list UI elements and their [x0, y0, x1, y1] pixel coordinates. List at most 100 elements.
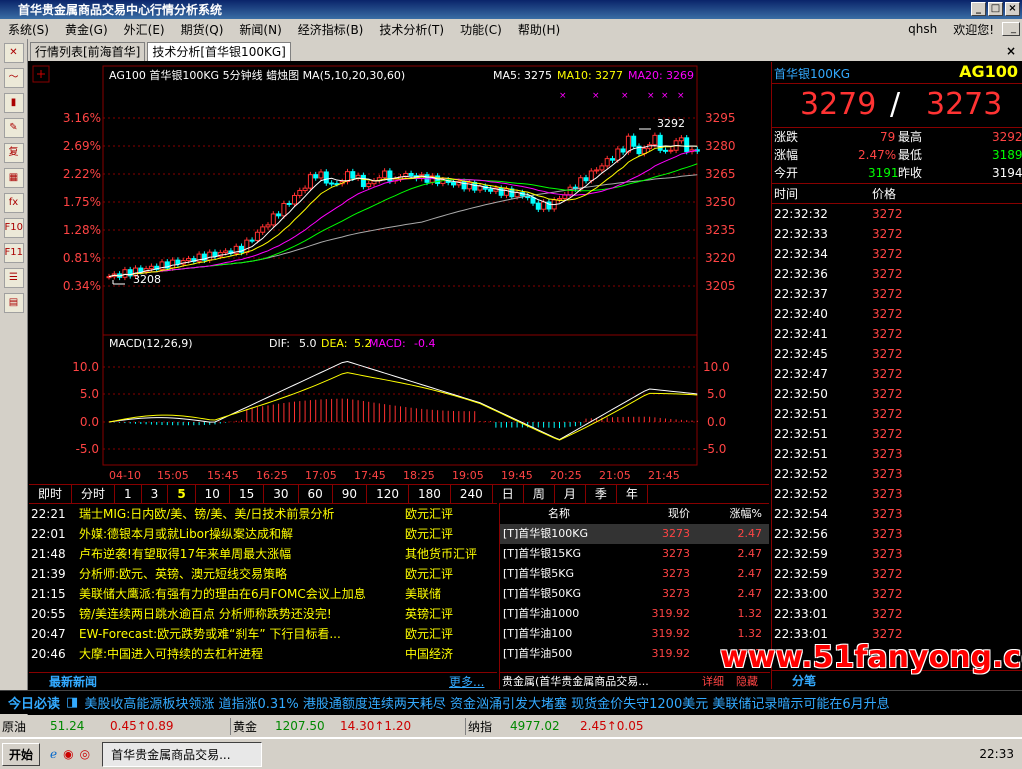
quote-hide-link[interactable]: 隐藏: [736, 673, 758, 690]
maximize-button[interactable]: □: [988, 2, 1003, 16]
menu-news[interactable]: 新闻(N): [231, 21, 289, 38]
period-90[interactable]: 90: [333, 485, 368, 503]
grid-icon[interactable]: ▦: [3, 168, 24, 188]
candle: [567, 186, 573, 196]
app2-icon[interactable]: ◎: [80, 747, 90, 761]
menu-gold[interactable]: 黄金(G): [57, 21, 116, 38]
price-tick: 3250: [705, 195, 736, 209]
quote-category[interactable]: 贵金属(首华贵金属商品交易...: [500, 675, 649, 688]
candle: [435, 175, 441, 184]
news-row[interactable]: 20:46 大摩:中国进入可持续的去杠杆进程 中国经济: [29, 644, 497, 664]
svg-text:20:25: 20:25: [550, 469, 582, 482]
start-button[interactable]: 开始: [2, 742, 41, 766]
scroll-text[interactable]: 美股收高能源板块领涨 道指涨0.31% 港股通额度连续两天耗尽 资金汹涌引发大堵…: [84, 693, 889, 712]
news-row[interactable]: 21:15 美联储大鹰派:有强有力的理由在6月FOMC会议上加息 美联储: [29, 584, 497, 604]
svg-text:17:45: 17:45: [354, 469, 386, 482]
report-icon[interactable]: ▤: [3, 293, 24, 313]
ie-icon[interactable]: ℯ: [50, 747, 57, 761]
user-name: qhsh: [908, 22, 938, 36]
news-row[interactable]: 21:39 分析师:欧元、英镑、澳元短线交易策略 欧元汇评: [29, 564, 497, 584]
quote-row[interactable]: [T]首华银50KG 3273 2.47: [500, 584, 769, 604]
period-month[interactable]: 月: [555, 485, 586, 503]
f10-icon[interactable]: F10: [3, 218, 24, 238]
menu-economic[interactable]: 经济指标(B): [290, 21, 372, 38]
candle-icon[interactable]: ▮: [3, 93, 24, 113]
period-60[interactable]: 60: [299, 485, 333, 503]
close-button[interactable]: ×: [1005, 2, 1020, 16]
menu-functions[interactable]: 功能(C): [452, 21, 510, 38]
tick-row: 22:32:56 3273: [774, 527, 903, 541]
svg-text:×: ×: [592, 91, 600, 101]
menu-forex[interactable]: 外汇(E): [116, 21, 173, 38]
formula-icon[interactable]: fx: [3, 193, 24, 213]
quote-row[interactable]: [T]首华银15KG 3273 2.47: [500, 544, 769, 564]
period-week[interactable]: 周: [524, 485, 555, 503]
menu-technical[interactable]: 技术分析(T): [371, 21, 452, 38]
candle: [599, 165, 605, 171]
period-timeshare[interactable]: 分时: [72, 485, 116, 503]
restore-icon[interactable]: 复: [3, 143, 24, 163]
tab-quote-list[interactable]: 行情列表[前海首华]: [30, 42, 146, 61]
candle: [366, 183, 372, 188]
pen-icon[interactable]: ✎: [3, 118, 24, 138]
period-240[interactable]: 240: [451, 485, 493, 503]
svg-text:5.0: 5.0: [707, 387, 726, 401]
period-180[interactable]: 180: [409, 485, 451, 503]
taskbar-app-button[interactable]: 首华贵金属商品交易...: [102, 741, 263, 767]
svg-text:19:05: 19:05: [452, 469, 484, 482]
taskbar: 开始 ℯ ◉ ◎ 首华贵金属商品交易... 22:33: [0, 737, 1022, 769]
news-row[interactable]: 22:01 外媒:德银本月或就Libor操纵案达成和解 欧元汇评: [29, 524, 497, 544]
period-realtime[interactable]: 即时: [29, 485, 73, 503]
candle: [313, 174, 319, 179]
minimize-button[interactable]: _: [971, 2, 986, 16]
candle: [249, 239, 255, 242]
app-icon[interactable]: ◉: [63, 747, 73, 761]
period-15[interactable]: 15: [230, 485, 265, 503]
tab-close-icon[interactable]: ×: [1006, 44, 1016, 58]
tick-row: 22:32:51 3272: [774, 407, 903, 421]
svg-text:10.0: 10.0: [703, 360, 730, 374]
news-tab[interactable]: 最新新闻: [49, 673, 97, 690]
period-year[interactable]: 年: [617, 485, 648, 503]
period-day[interactable]: 日: [493, 485, 524, 503]
list-icon[interactable]: ☰: [3, 268, 24, 288]
f11-icon[interactable]: F11: [3, 243, 24, 263]
quote-row[interactable]: [T]首华银100KG 3273 2.47: [500, 524, 769, 544]
menu-futures[interactable]: 期货(Q): [173, 21, 232, 38]
candle: [488, 188, 494, 192]
news-footer: 最新新闻 更多...: [29, 672, 497, 689]
period-120[interactable]: 120: [367, 485, 409, 503]
period-5[interactable]: 5: [168, 485, 196, 503]
period-30[interactable]: 30: [264, 485, 299, 503]
candle: [530, 197, 536, 204]
ma10-label: MA10:: [557, 69, 592, 82]
svg-text:×: ×: [677, 91, 685, 101]
quote-detail-link[interactable]: 详细: [702, 673, 724, 690]
news-row[interactable]: 21:48 卢布逆袭!有望取得17年来单周最大涨幅 其他货币汇评: [29, 544, 497, 564]
period-3[interactable]: 3: [142, 485, 169, 503]
candle: [292, 194, 297, 205]
menu-help[interactable]: 帮助(H): [510, 21, 568, 38]
doc-minimize-button[interactable]: _: [1002, 22, 1020, 36]
close-window-icon[interactable]: ✕: [3, 43, 24, 63]
ma5-value: 3275: [524, 69, 552, 82]
kline-chart[interactable]: AG100 首华银100KG 5分钟线 蜡烛图 MA(5,10,20,30,60…: [29, 62, 769, 484]
tick-row: 22:32:50 3272: [774, 387, 903, 401]
period-1[interactable]: 1: [115, 485, 142, 503]
candle: [498, 187, 504, 196]
quote-row[interactable]: [T]首华油1000 319.92 1.32: [500, 604, 769, 624]
period-quarter[interactable]: 季: [586, 485, 617, 503]
tab-technical[interactable]: 技术分析[首华银100KG]: [147, 42, 291, 61]
line-chart-icon[interactable]: 〜: [3, 68, 24, 88]
pct-tick: 2.69%: [63, 139, 101, 153]
menu-system[interactable]: 系统(S): [0, 21, 57, 38]
period-10[interactable]: 10: [196, 485, 230, 503]
news-more-link[interactable]: 更多...: [449, 673, 484, 690]
news-row[interactable]: 22:21 瑞士MIG:日内欧/美、镑/美、美/日技术前景分析 欧元汇评: [29, 504, 497, 524]
svg-text:04-10: 04-10: [109, 469, 141, 482]
news-row[interactable]: 20:47 EW-Forecast:欧元跌势或难“刹车” 下行目标看... 欧元汇评: [29, 624, 497, 644]
candle: [652, 134, 658, 146]
quote-row[interactable]: [T]首华银5KG 3273 2.47: [500, 564, 769, 584]
ma20-value: 3269: [666, 69, 694, 82]
news-row[interactable]: 20:55 镑/美连续两日跳水逾百点 分析师称跌势还没完! 英镑汇评: [29, 604, 497, 624]
